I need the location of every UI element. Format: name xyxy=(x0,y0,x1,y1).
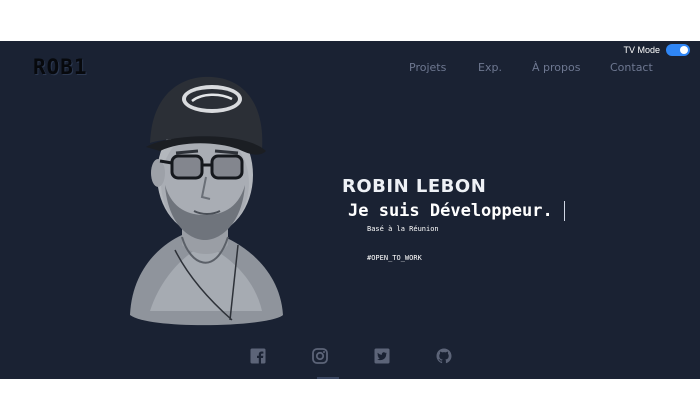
tv-mode-switch[interactable]: TV Mode xyxy=(623,44,690,56)
portfolio-page: ROB1 TV Mode Projets Exp. À propos Conta… xyxy=(0,41,700,379)
nav-link-projets[interactable]: Projets xyxy=(409,61,446,74)
facebook-icon[interactable] xyxy=(250,348,266,364)
tv-mode-label: TV Mode xyxy=(623,45,660,55)
nav-link-contact[interactable]: Contact xyxy=(610,61,653,74)
tv-mode-toggle[interactable] xyxy=(666,44,690,56)
site-logo[interactable]: ROB1 xyxy=(33,55,88,79)
hero-headline: Je suis Développeur. xyxy=(348,201,553,221)
github-icon[interactable] xyxy=(436,348,452,364)
hero-location: Basé à la Réunion xyxy=(367,225,439,233)
typing-cursor xyxy=(564,201,565,221)
scroll-indicator xyxy=(317,377,339,379)
profile-portrait xyxy=(120,65,290,330)
twitter-icon[interactable] xyxy=(374,348,390,364)
open-to-work-tag: #OPEN_TO_WORK xyxy=(367,254,422,262)
instagram-icon[interactable] xyxy=(312,348,328,364)
nav-link-a-propos[interactable]: À propos xyxy=(532,61,580,74)
hero-name: ROBIN LEBON xyxy=(342,176,487,197)
nav-link-experience[interactable]: Exp. xyxy=(478,61,502,74)
